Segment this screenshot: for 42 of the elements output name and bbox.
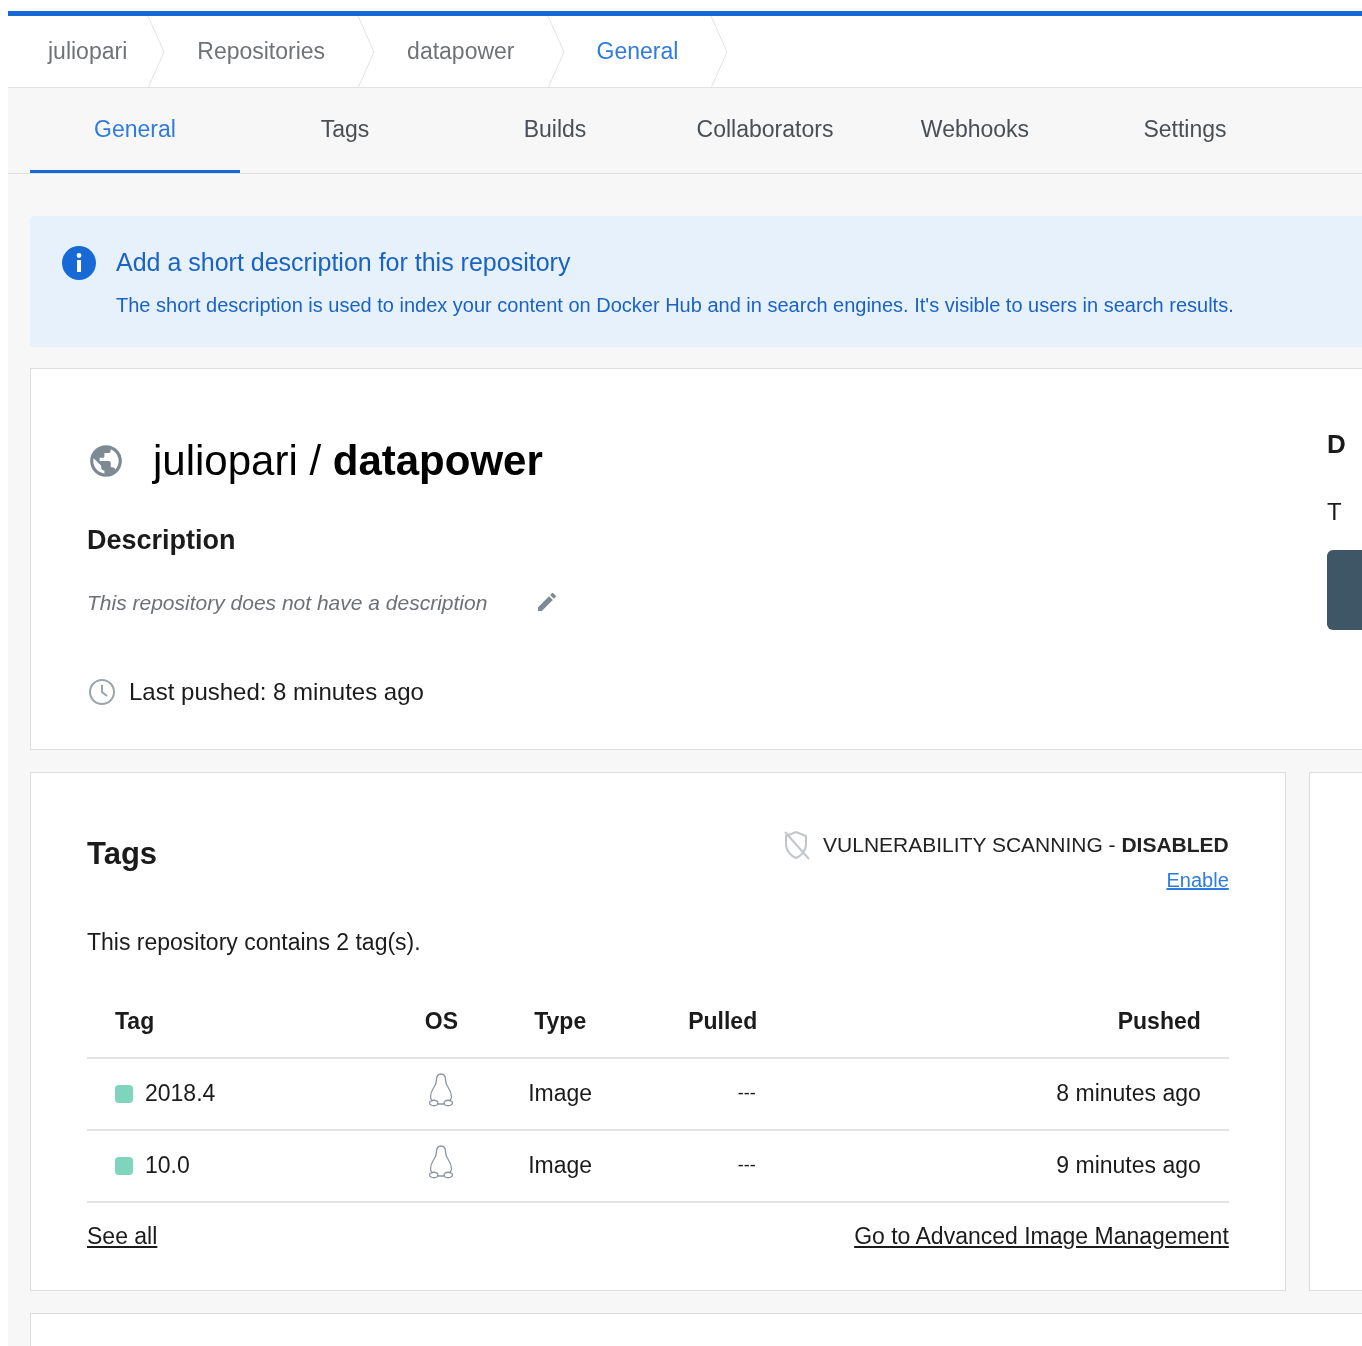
notice-text: The short description is used to index your content on Docker Hub and in search engines. It's visible to users in search results. (116, 292, 1234, 318)
penguin-icon (427, 1072, 456, 1108)
tab[interactable]: Settings (1080, 88, 1290, 173)
tag-name: 10.0 (145, 1151, 190, 1181)
side-heading: D (1327, 428, 1347, 461)
tab[interactable]: Builds (450, 88, 660, 173)
description-heading: Description (87, 524, 237, 557)
type-text: Image (528, 1152, 593, 1179)
description-text: This repository does not have a description (87, 589, 488, 616)
column-header: Pushed (807, 985, 1229, 1058)
advanced-management-link[interactable]: Go to Advanced Image Management (854, 1218, 1229, 1253)
tag-name: 2018.4 (145, 1079, 216, 1109)
tab[interactable]: Tags (240, 88, 450, 173)
tab[interactable]: Webhooks (870, 88, 1080, 173)
shield-off-icon (781, 829, 812, 861)
pushed-text: 8 minutes ago (1056, 1080, 1201, 1107)
penguin-icon (427, 1144, 456, 1180)
last-pushed-text: Last pushed: 8 minutes ago (129, 677, 424, 707)
type-text: Image (528, 1080, 593, 1107)
tags-summary: This repository contains 2 tag(s). (87, 928, 422, 957)
tags-title: Tags (87, 835, 158, 873)
scanning-status: VULNERABILITY SCANNING - DISABLED (823, 832, 1229, 859)
tab[interactable]: General (30, 88, 240, 173)
side-text: T (1327, 497, 1343, 527)
info-icon (62, 246, 96, 280)
breadcrumb-link[interactable]: juliopari (8, 34, 148, 69)
enable-link[interactable]: Enable (1166, 865, 1229, 895)
pulled-text: --- (737, 1083, 756, 1103)
column-header: Tag (87, 985, 401, 1058)
notice-title: Add a short description for this repository (116, 247, 572, 278)
pushed-text: 9 minutes ago (1056, 1152, 1201, 1179)
column-header: OS (400, 985, 483, 1058)
breadcrumb-link[interactable]: Repositories (165, 34, 358, 69)
repository-title: juliopari / datapower (153, 436, 543, 486)
see-all-link[interactable]: See all (87, 1218, 158, 1253)
column-header: Type (482, 985, 639, 1058)
clock-icon (87, 677, 117, 707)
column-header: Pulled (638, 985, 808, 1058)
breadcrumb-link[interactable]: General (564, 34, 711, 69)
breadcrumb-link[interactable]: datapower (375, 34, 547, 69)
tab[interactable]: Collaborators (660, 88, 870, 173)
pulled-text: --- (737, 1155, 756, 1175)
